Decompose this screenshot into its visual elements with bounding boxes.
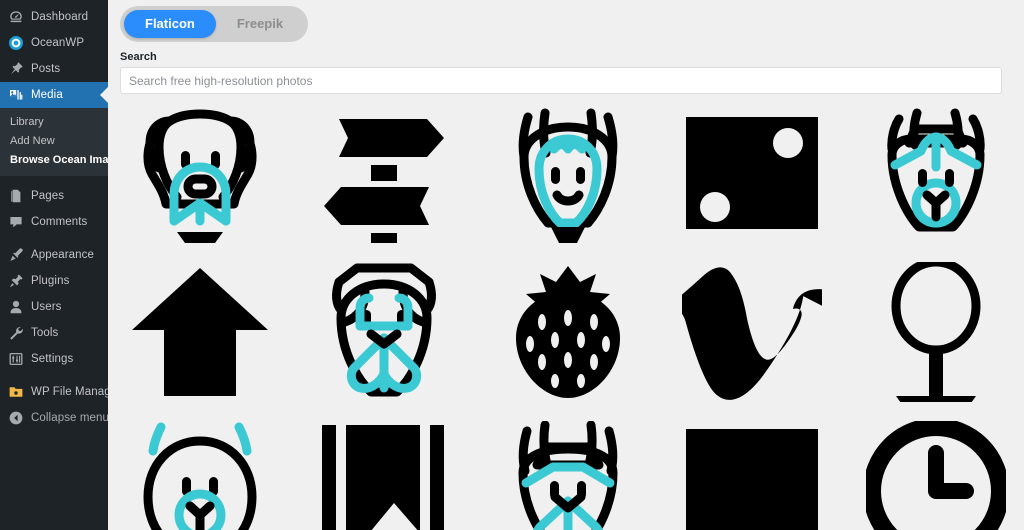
- pin-icon: [8, 61, 24, 77]
- sidebar-item-label: WP File Manager: [31, 386, 108, 398]
- sidebar-item-label: Appearance: [31, 249, 95, 261]
- folder-icon: [8, 384, 24, 400]
- sidebar-item-label: Posts: [31, 63, 61, 75]
- sidebar-item-label: Settings: [31, 353, 74, 365]
- grid-item-fox-face[interactable]: [488, 421, 648, 530]
- grid-item-dog-face[interactable]: [120, 103, 280, 243]
- settings-sliders-icon: [8, 351, 24, 367]
- appearance-brush-icon: [8, 247, 24, 263]
- collapse-arrow-icon: [8, 410, 24, 426]
- grid-item-vimeo-logo[interactable]: [672, 262, 832, 402]
- content-area: Flaticon Freepik Search: [108, 0, 1024, 530]
- sidebar-item-oceanwp[interactable]: OceanWP: [0, 30, 108, 56]
- grid-item-bookmark[interactable]: [304, 421, 464, 530]
- sidebar-item-label: Tools: [31, 327, 59, 339]
- grid-item-strawberry[interactable]: [488, 262, 648, 402]
- sidebar-item-settings[interactable]: Settings: [0, 346, 108, 372]
- source-tabs: Flaticon Freepik: [108, 0, 1024, 42]
- sidebar-item-label: OceanWP: [31, 37, 85, 49]
- pages-icon: [8, 188, 24, 204]
- submenu-item-browse-ocean-images[interactable]: Browse Ocean Images: [0, 151, 108, 170]
- sidebar-item-label: Pages: [31, 190, 65, 202]
- grid-item-dice-domino[interactable]: [672, 103, 832, 243]
- grid-item-pug-face[interactable]: [304, 262, 464, 402]
- dashboard-icon: [8, 9, 24, 25]
- sidebar-item-collapse-menu[interactable]: Collapse menu: [0, 405, 108, 431]
- sidebar-divider: [0, 235, 108, 242]
- tab-freepik[interactable]: Freepik: [216, 10, 304, 38]
- admin-screen: Dashboard OceanWP Posts Media Library Ad…: [0, 0, 1024, 530]
- sidebar-item-appearance[interactable]: Appearance: [0, 242, 108, 268]
- sidebar-item-users[interactable]: Users: [0, 294, 108, 320]
- search-input[interactable]: [120, 67, 1002, 94]
- media-submenu: Library Add New Browse Ocean Images: [0, 108, 108, 176]
- grid-item-black-rectangle[interactable]: [672, 421, 832, 530]
- sidebar-item-wp-file-manager[interactable]: WP File Manager: [0, 379, 108, 405]
- grid-item-bear-face[interactable]: [120, 421, 280, 530]
- submenu-item-add-new[interactable]: Add New: [0, 132, 108, 151]
- grid-item-signpost[interactable]: [304, 103, 464, 243]
- submenu-item-library[interactable]: Library: [0, 113, 108, 132]
- grid-item-up-arrow[interactable]: [120, 262, 280, 402]
- sidebar-item-pages[interactable]: Pages: [0, 183, 108, 209]
- grid-item-cat-face[interactable]: [488, 103, 648, 243]
- sidebar-item-label: Media: [31, 89, 63, 101]
- sidebar-item-tools[interactable]: Tools: [0, 320, 108, 346]
- sidebar-item-plugins[interactable]: Plugins: [0, 268, 108, 294]
- sidebar-divider: [0, 176, 108, 183]
- sidebar-item-label: Plugins: [31, 275, 70, 287]
- sidebar-item-posts[interactable]: Posts: [0, 56, 108, 82]
- sidebar-divider: [0, 372, 108, 379]
- comments-icon: [8, 214, 24, 230]
- sidebar-item-comments[interactable]: Comments: [0, 209, 108, 235]
- media-icon: [8, 87, 24, 103]
- plugins-icon: [8, 273, 24, 289]
- sidebar-item-label: Dashboard: [31, 11, 89, 23]
- sidebar-item-label: Comments: [31, 216, 88, 228]
- grid-item-llama-face[interactable]: [856, 103, 1016, 243]
- sidebar-item-dashboard[interactable]: Dashboard: [0, 4, 108, 30]
- sidebar-item-label: Users: [31, 301, 62, 313]
- admin-sidebar: Dashboard OceanWP Posts Media Library Ad…: [0, 0, 108, 530]
- image-results-grid: [120, 103, 1016, 530]
- grid-item-magnifier[interactable]: [856, 262, 1016, 402]
- sidebar-item-label: Collapse menu: [31, 412, 108, 424]
- tab-group: Flaticon Freepik: [120, 6, 309, 42]
- users-icon: [8, 299, 24, 315]
- tab-flaticon[interactable]: Flaticon: [124, 10, 216, 38]
- sidebar-item-media[interactable]: Media: [0, 82, 108, 108]
- search-label: Search: [120, 51, 157, 63]
- tools-wrench-icon: [8, 325, 24, 341]
- oceanwp-icon: [8, 35, 24, 51]
- grid-item-clock[interactable]: [856, 421, 1016, 530]
- search-section: Search: [108, 42, 1024, 94]
